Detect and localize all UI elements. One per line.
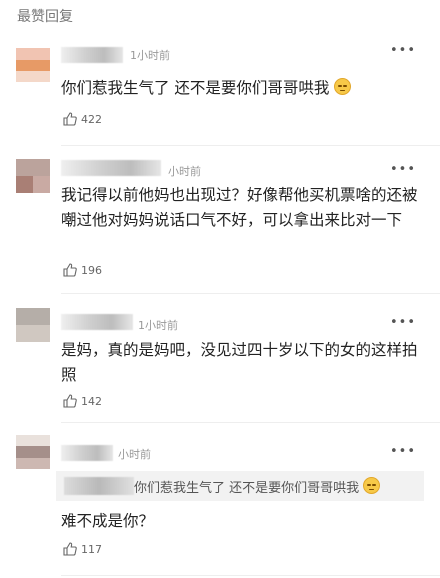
- like-button[interactable]: 142: [62, 393, 102, 409]
- timestamp: 1小时前: [130, 49, 170, 62]
- like-count: 196: [81, 263, 102, 277]
- quoted-text: 你们惹我生气了 还不是要你们哥哥哄我: [134, 477, 381, 498]
- thumbs-up-icon: [63, 394, 77, 408]
- comment-text: 难不成是你？: [61, 512, 155, 530]
- more-dots-icon[interactable]: •••: [390, 444, 416, 459]
- quoted-reply[interactable]: 你们惹我生气了 还不是要你们哥哥哄我: [56, 471, 424, 501]
- like-button[interactable]: 117: [62, 541, 102, 557]
- like-count: 142: [81, 394, 102, 408]
- timestamp: 小时前: [168, 165, 201, 178]
- timestamp: 1小时前: [138, 319, 178, 332]
- like-button[interactable]: 196: [62, 262, 102, 278]
- username[interactable]: [61, 160, 161, 176]
- comment-text: 是妈，真的是妈吧，没见过四十岁以下的女的这样拍照: [61, 341, 418, 384]
- divider: [61, 293, 440, 294]
- section-title: 最赞回复: [17, 9, 73, 25]
- divider: [61, 575, 440, 576]
- avatar[interactable]: [16, 308, 50, 342]
- more-dots-icon[interactable]: •••: [390, 162, 416, 177]
- more-dots-icon[interactable]: •••: [390, 43, 416, 58]
- avatar[interactable]: [16, 435, 50, 469]
- comment-item: 小时前 ••• 你们惹我生气了 还不是要你们哥哥哄我 难不成是你？ 117: [0, 435, 440, 578]
- comment-text: 我记得以前他妈也出现过？好像帮他买机票啥的还被嘲过他对妈妈说话口气不好，可以拿出…: [61, 186, 418, 229]
- comment-item: 小时前 ••• 我记得以前他妈也出现过？好像帮他买机票啥的还被嘲过他对妈妈说话口…: [0, 158, 440, 294]
- divider: [61, 145, 440, 146]
- quoted-username: [64, 477, 134, 495]
- pensive-face-emoji: [363, 477, 381, 494]
- like-button[interactable]: 422: [62, 111, 102, 127]
- comment-item: 1小时前 ••• 你们惹我生气了 还不是要你们哥哥哄我 422: [0, 43, 440, 155]
- more-dots-icon[interactable]: •••: [390, 315, 416, 330]
- like-count: 117: [81, 542, 102, 556]
- thumbs-up-icon: [63, 263, 77, 277]
- username[interactable]: [61, 314, 133, 330]
- username[interactable]: [61, 47, 123, 63]
- thumbs-up-icon: [63, 542, 77, 556]
- timestamp: 小时前: [118, 448, 151, 461]
- comment-item: 1小时前 ••• 是妈，真的是妈吧，没见过四十岁以下的女的这样拍照 142: [0, 308, 440, 423]
- avatar[interactable]: [16, 48, 50, 82]
- thumbs-up-icon: [63, 112, 77, 126]
- like-count: 422: [81, 112, 102, 126]
- comment-text: 你们惹我生气了 还不是要你们哥哥哄我: [61, 76, 421, 101]
- divider: [61, 422, 440, 423]
- pensive-face-emoji: [334, 78, 352, 95]
- username[interactable]: [61, 445, 113, 461]
- avatar[interactable]: [16, 159, 50, 193]
